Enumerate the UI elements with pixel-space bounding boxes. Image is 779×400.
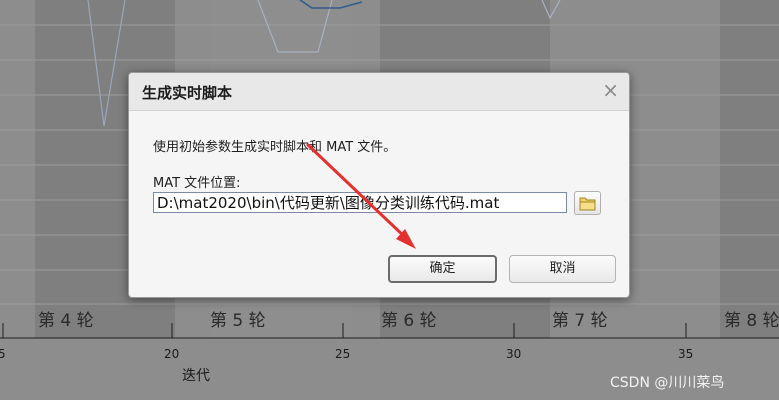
close-icon[interactable]: ×	[602, 78, 619, 102]
dialog-header: 生成实时脚本 ×	[129, 73, 629, 111]
mat-location-input[interactable]	[153, 192, 567, 213]
epoch-label-6: 第 6 轮	[381, 311, 437, 331]
x-tick-label: 30	[506, 347, 521, 361]
epoch-label-8: 第 8 轮	[724, 311, 779, 331]
x-tick-label: 35	[678, 347, 693, 361]
watermark: CSDN @川川菜鸟	[610, 375, 725, 391]
browse-folder-button[interactable]	[574, 191, 601, 215]
mat-location-label: MAT 文件位置:	[153, 176, 241, 191]
generate-live-script-dialog: 生成实时脚本 × 使用初始参数生成实时脚本和 MAT 文件。 MAT 文件位置:…	[128, 72, 630, 298]
epoch-label-4: 第 4 轮	[38, 311, 94, 331]
folder-icon	[579, 197, 596, 211]
ok-button[interactable]: 确定	[388, 255, 497, 283]
epoch-label-5: 第 5 轮	[210, 311, 266, 331]
x-tick-label: 20	[164, 347, 179, 361]
dialog-title: 生成实时脚本	[142, 84, 233, 102]
epoch-label-7: 第 7 轮	[552, 311, 608, 331]
x-tick-label: 25	[335, 347, 350, 361]
x-axis-label: 迭代	[182, 368, 210, 384]
cancel-button[interactable]: 取消	[509, 255, 616, 283]
dialog-description: 使用初始参数生成实时脚本和 MAT 文件。	[153, 140, 397, 155]
x-tick-label: 5	[0, 347, 6, 361]
